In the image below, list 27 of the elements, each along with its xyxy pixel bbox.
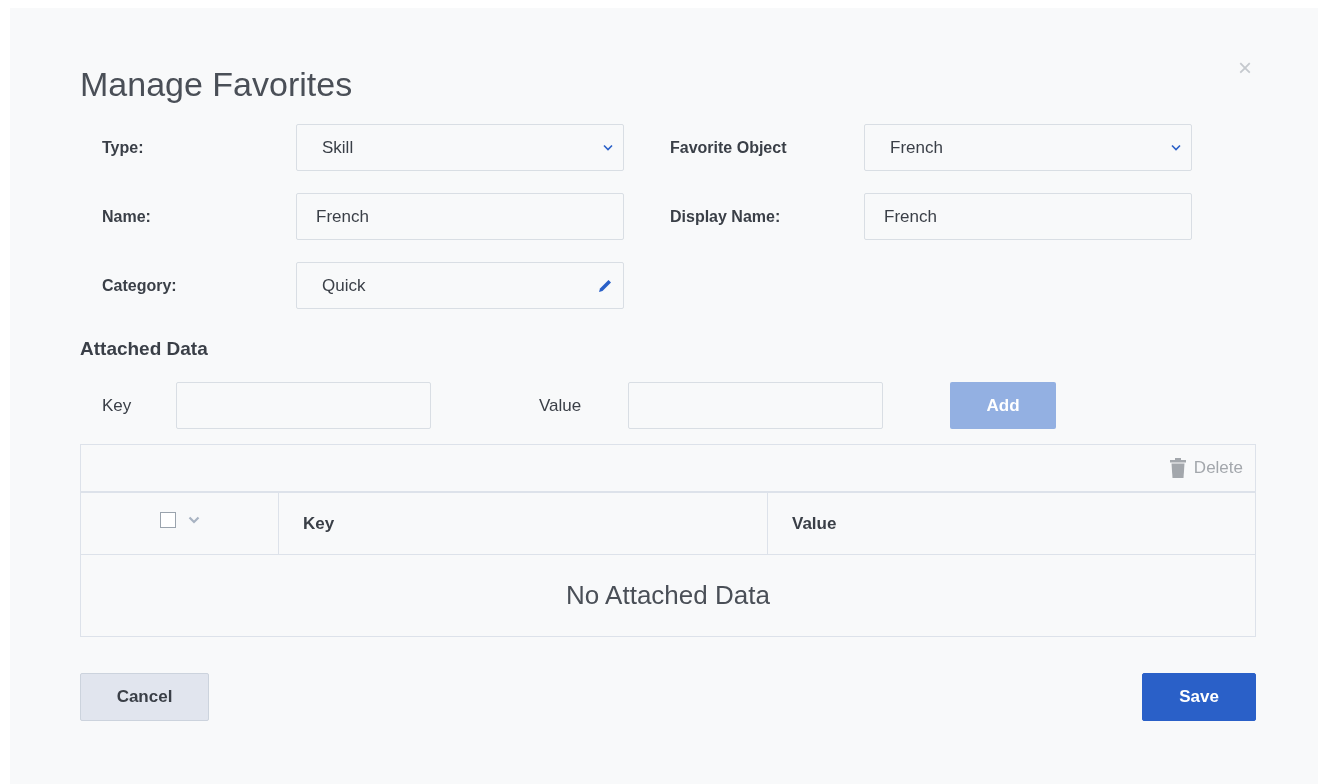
chevron-down-icon — [1171, 144, 1181, 151]
field-label: Type: — [102, 138, 145, 157]
trash-icon — [1169, 458, 1186, 478]
chevron-down-icon — [603, 144, 613, 151]
column-header[interactable]: Key — [303, 513, 335, 534]
field-label: Display Name: — [670, 207, 782, 226]
field-label: Favorite Object — [670, 138, 788, 157]
field-label: Category: — [102, 276, 178, 295]
dialog-title: Manage Favorites — [80, 64, 353, 104]
input-field[interactable]: French — [296, 193, 624, 240]
cancel-button[interactable]: Cancel — [80, 673, 209, 721]
select-all-checkbox[interactable] — [159, 511, 176, 528]
section-heading: Attached Data — [80, 337, 209, 361]
key-input[interactable] — [176, 382, 431, 429]
value-label: Value — [539, 395, 583, 416]
input-field[interactable]: French — [864, 193, 1192, 240]
column-header[interactable]: Value — [792, 513, 837, 534]
field-label: Name: — [102, 207, 152, 226]
empty-message: No Attached Data — [566, 580, 770, 611]
chevron-down-icon[interactable] — [187, 515, 200, 524]
pencil-icon — [597, 277, 613, 294]
value-input[interactable] — [628, 382, 883, 429]
save-button[interactable]: Save — [1142, 673, 1256, 721]
input-field[interactable]: Quick — [296, 262, 624, 309]
dropdown-field[interactable]: Skill — [296, 124, 624, 171]
key-label: Key — [102, 395, 133, 416]
dropdown-field[interactable]: French — [864, 124, 1192, 171]
